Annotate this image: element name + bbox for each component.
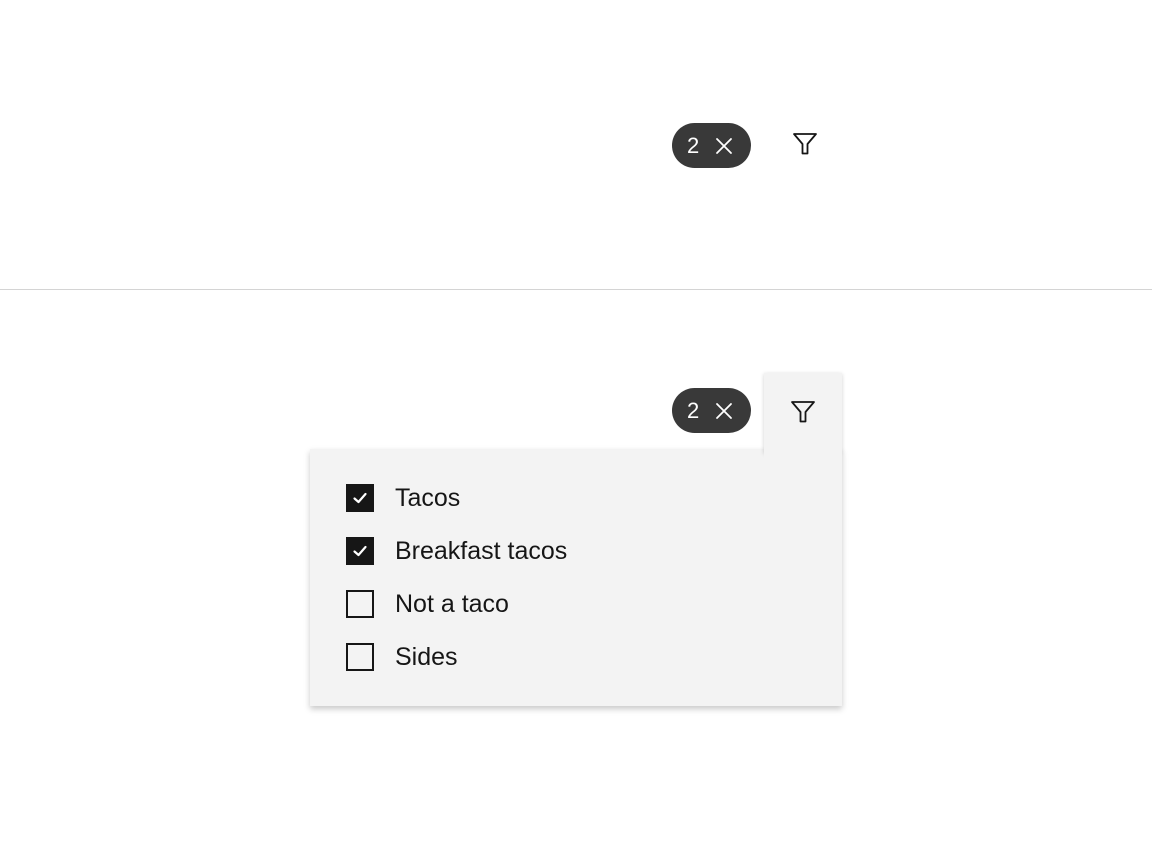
clear-filters-button[interactable] [713, 400, 735, 422]
checkbox[interactable] [346, 484, 374, 512]
option-label: Breakfast tacos [395, 536, 568, 565]
filter-icon [793, 133, 817, 155]
option-label: Tacos [395, 483, 461, 512]
clear-filters-button[interactable] [713, 135, 735, 157]
filter-option-not-a-taco[interactable]: Not a taco [346, 589, 509, 619]
page: 2 2 Tacos Breakfast tacos Not a taco Sid… [0, 0, 1152, 864]
filter-option-breakfast-tacos[interactable]: Breakfast tacos [346, 536, 567, 566]
option-label: Not a taco [395, 589, 509, 618]
filter-option-tacos[interactable]: Tacos [346, 483, 460, 513]
selected-count: 2 [687, 132, 700, 158]
checkbox[interactable] [346, 643, 374, 671]
close-icon [716, 137, 732, 154]
option-label: Sides [395, 642, 458, 671]
filter-toolbar-open: 2 Tacos Breakfast tacos Not a taco Sides [0, 290, 1152, 864]
filter-button-active[interactable] [764, 373, 842, 461]
checkbox[interactable] [346, 590, 374, 618]
selected-count-tag: 2 [672, 388, 751, 433]
selected-count-tag: 2 [672, 123, 751, 168]
filter-option-sides[interactable]: Sides [346, 642, 458, 672]
filter-menu: Tacos Breakfast tacos Not a taco Sides [310, 449, 842, 706]
filter-icon [791, 401, 815, 423]
selected-count: 2 [687, 397, 700, 423]
close-icon [716, 402, 732, 419]
filter-toolbar-closed: 2 [0, 0, 1152, 289]
checkmark-icon [353, 492, 367, 504]
checkmark-icon [353, 545, 367, 557]
filter-button[interactable] [782, 121, 828, 167]
checkbox[interactable] [346, 537, 374, 565]
